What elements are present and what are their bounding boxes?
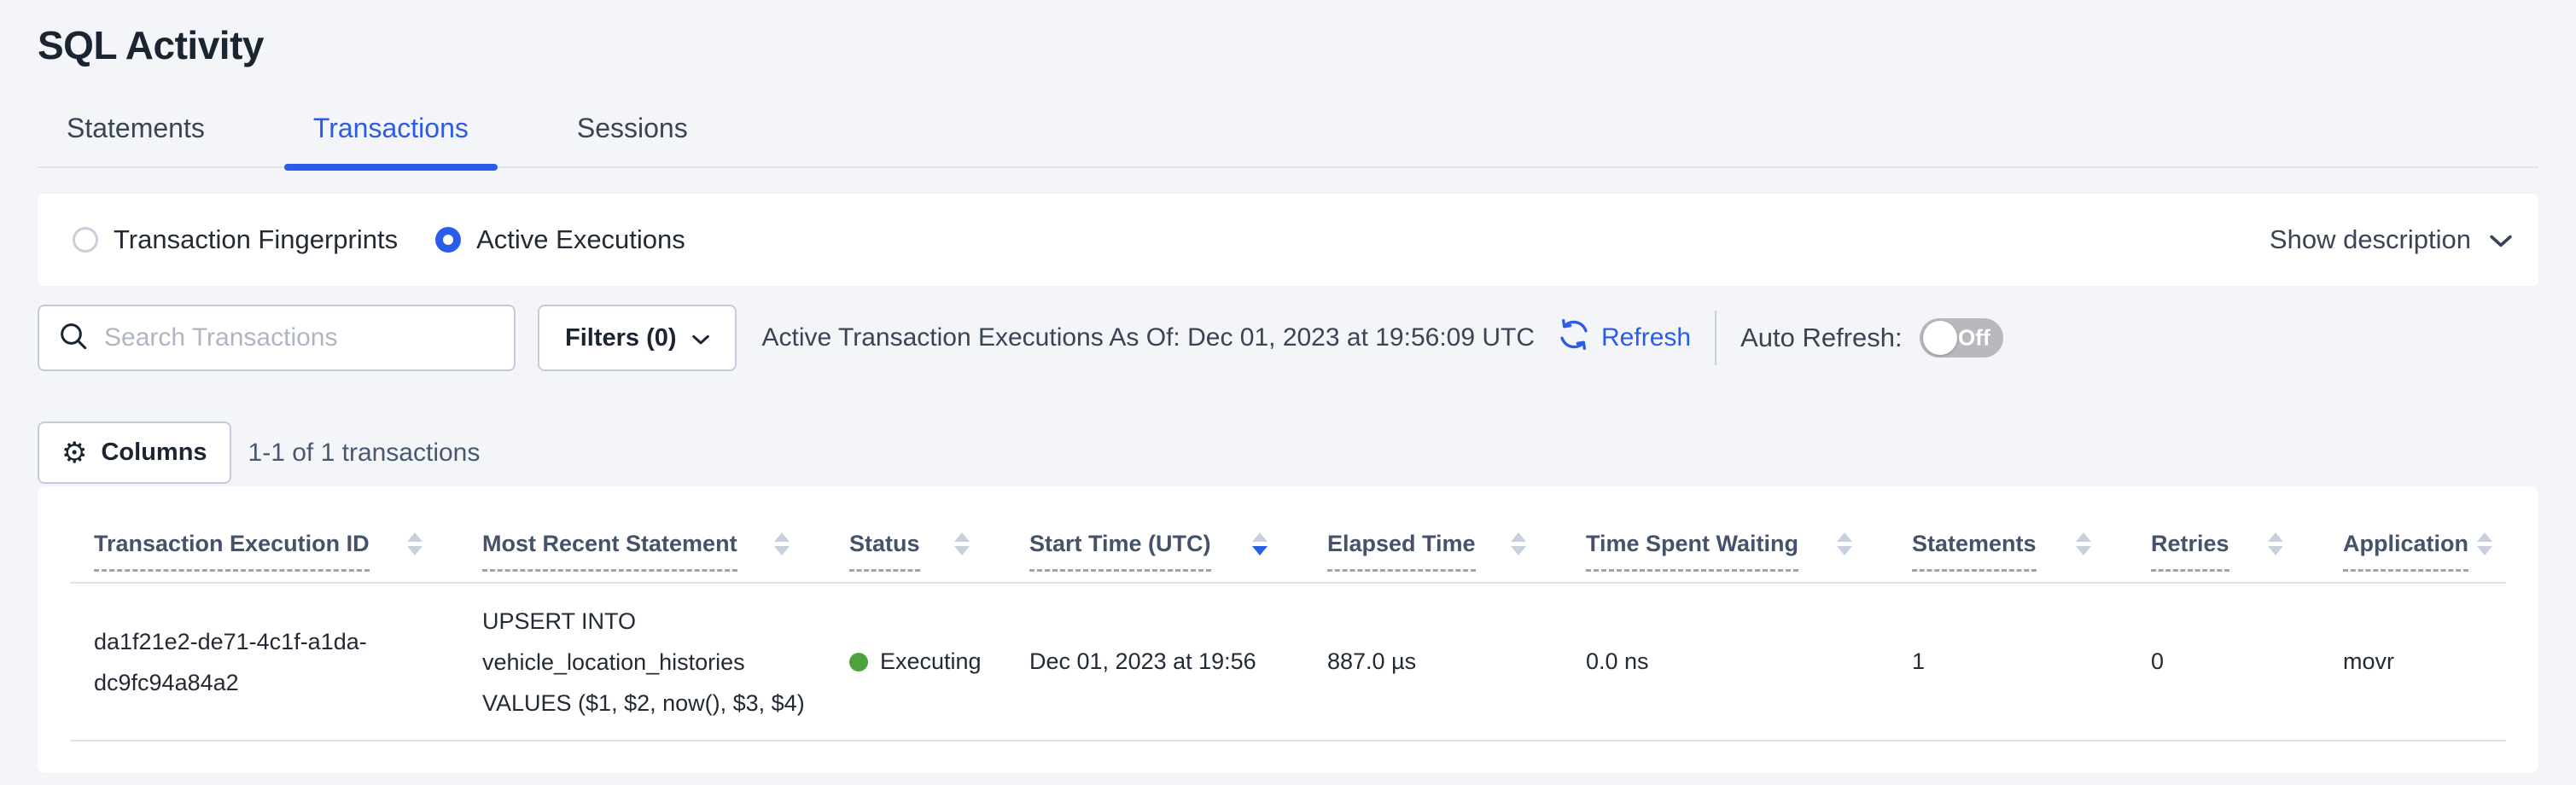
radio-label: Transaction Fingerprints bbox=[114, 224, 398, 255]
header-retries[interactable]: Retries bbox=[2151, 531, 2343, 572]
gear-icon: ⚙ bbox=[61, 439, 87, 468]
table-header-row: Transaction Execution ID Most Recent Sta… bbox=[70, 486, 2506, 584]
sort-icon bbox=[2477, 532, 2492, 555]
radio-label: Active Executions bbox=[476, 224, 685, 255]
tab-statements[interactable]: Statements bbox=[38, 113, 234, 166]
tab-transactions[interactable]: Transactions bbox=[284, 113, 498, 166]
search-box[interactable] bbox=[38, 305, 516, 371]
cell-transaction-execution-id[interactable]: da1f21e2-de71-4c1f-a1da- dc9fc94a84a2 bbox=[70, 621, 482, 703]
header-transaction-execution-id[interactable]: Transaction Execution ID bbox=[70, 531, 482, 572]
filters-button[interactable]: Filters (0) bbox=[538, 305, 737, 371]
cell-status: Executing bbox=[849, 648, 1029, 675]
results-count: 1-1 of 1 transactions bbox=[248, 439, 481, 468]
header-application[interactable]: Application bbox=[2343, 531, 2506, 572]
sort-icon bbox=[774, 532, 790, 555]
controls-row: Filters (0) Active Transaction Execution… bbox=[38, 305, 2538, 371]
sort-icon bbox=[1837, 532, 1852, 555]
columns-button[interactable]: ⚙ Columns bbox=[38, 422, 231, 484]
cell-time-spent-waiting: 0.0 ns bbox=[1586, 648, 1912, 675]
sort-icon bbox=[954, 532, 970, 555]
auto-refresh-label: Auto Refresh: bbox=[1740, 323, 1903, 353]
radio-transaction-fingerprints[interactable]: Transaction Fingerprints bbox=[73, 224, 398, 255]
show-description-toggle[interactable]: Show description bbox=[2270, 224, 2512, 255]
chevron-down-icon bbox=[692, 324, 709, 352]
header-most-recent-statement[interactable]: Most Recent Statement bbox=[482, 531, 849, 572]
header-elapsed-time[interactable]: Elapsed Time bbox=[1327, 531, 1586, 572]
table-row[interactable]: da1f21e2-de71-4c1f-a1da- dc9fc94a84a2 UP… bbox=[70, 584, 2506, 741]
refresh-button[interactable]: Refresh bbox=[1557, 317, 1691, 358]
status-label: Executing bbox=[880, 648, 982, 675]
radio-button-icon[interactable] bbox=[435, 227, 461, 253]
cell-application: movr bbox=[2343, 648, 2506, 675]
search-input[interactable] bbox=[104, 323, 497, 352]
tab-bar: Statements Transactions Sessions bbox=[38, 97, 2538, 168]
vertical-divider bbox=[1715, 311, 1716, 365]
sort-icon-active-desc bbox=[1252, 532, 1268, 555]
executing-status-dot-icon bbox=[849, 653, 868, 672]
auto-refresh-toggle[interactable]: Off bbox=[1920, 318, 2003, 358]
radio-active-executions[interactable]: Active Executions bbox=[435, 224, 685, 255]
view-options-card: Transaction Fingerprints Active Executio… bbox=[38, 194, 2538, 286]
search-icon bbox=[56, 319, 90, 358]
cell-start-time: Dec 01, 2023 at 19:56 bbox=[1029, 648, 1327, 675]
as-of-timestamp: Active Transaction Executions As Of: Dec… bbox=[762, 323, 1535, 352]
refresh-label: Refresh bbox=[1601, 323, 1691, 352]
sort-icon bbox=[2268, 532, 2283, 555]
radio-button-icon[interactable] bbox=[73, 227, 98, 253]
header-status[interactable]: Status bbox=[849, 531, 1029, 572]
cell-elapsed-time: 887.0 µs bbox=[1327, 648, 1586, 675]
view-mode-radio-group: Transaction Fingerprints Active Executio… bbox=[73, 224, 685, 255]
toggle-knob-icon bbox=[1923, 321, 1957, 355]
show-description-label: Show description bbox=[2270, 224, 2471, 255]
sort-icon bbox=[1511, 532, 1526, 555]
transactions-table: Transaction Execution ID Most Recent Sta… bbox=[38, 486, 2538, 773]
table-meta-row: ⚙ Columns 1-1 of 1 transactions bbox=[38, 422, 2538, 484]
page-title: SQL Activity bbox=[38, 22, 2538, 68]
cell-most-recent-statement: UPSERT INTO vehicle_location_histories V… bbox=[482, 601, 849, 724]
page-header: SQL Activity bbox=[0, 0, 2576, 68]
tab-sessions[interactable]: Sessions bbox=[548, 113, 717, 166]
sort-icon bbox=[407, 532, 423, 555]
header-start-time[interactable]: Start Time (UTC) bbox=[1029, 531, 1327, 572]
sort-icon bbox=[2076, 532, 2091, 555]
toggle-state-label: Off bbox=[1958, 325, 1990, 352]
header-statements[interactable]: Statements bbox=[1912, 531, 2151, 572]
cell-statements: 1 bbox=[1912, 648, 2151, 675]
header-time-spent-waiting[interactable]: Time Spent Waiting bbox=[1586, 531, 1912, 572]
cell-retries: 0 bbox=[2151, 648, 2343, 675]
refresh-icon bbox=[1557, 317, 1591, 358]
chevron-down-icon bbox=[2490, 224, 2512, 255]
columns-button-label: Columns bbox=[101, 439, 207, 467]
filters-button-label: Filters (0) bbox=[565, 324, 677, 352]
